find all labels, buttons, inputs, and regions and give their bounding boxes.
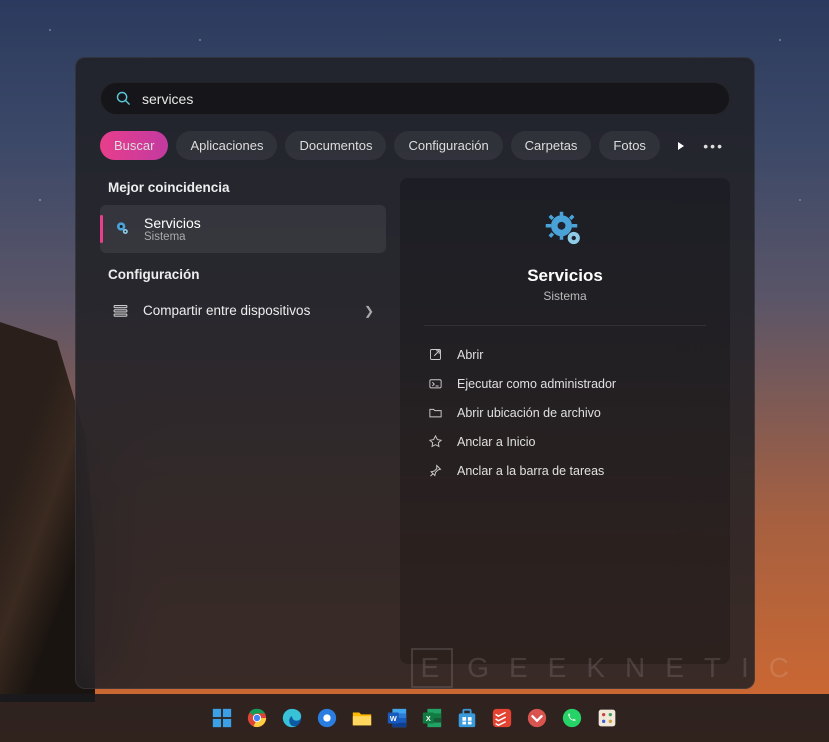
pin-taskbar-icon [428, 463, 443, 478]
config-item-label: Compartir entre dispositivos [143, 303, 310, 318]
tabs-next-icon[interactable] [672, 132, 689, 160]
match-title: Servicios [144, 215, 201, 231]
results-column: Mejor coincidencia Servicios Sistema Con… [100, 178, 386, 664]
share-devices-icon [112, 302, 129, 319]
taskbar: W X [0, 694, 829, 742]
taskbar-start-icon[interactable] [208, 704, 236, 732]
taskbar-word-icon[interactable]: W [383, 704, 411, 732]
detail-subtitle: Sistema [543, 289, 586, 303]
open-icon [428, 347, 443, 362]
action-pin-start-label: Anclar a Inicio [457, 435, 536, 449]
action-open-label: Abrir [457, 348, 483, 362]
action-open-location-label: Abrir ubicación de archivo [457, 406, 601, 420]
services-gear-icon [112, 219, 132, 239]
search-box[interactable] [100, 82, 730, 115]
taskbar-store-icon[interactable] [453, 704, 481, 732]
action-run-admin[interactable]: Ejecutar como administrador [424, 369, 706, 398]
search-filter-tabs: Buscar Aplicaciones Documentos Configura… [100, 131, 730, 160]
search-icon [115, 90, 132, 107]
tab-buscar[interactable]: Buscar [100, 131, 168, 160]
action-pin-taskbar[interactable]: Anclar a la barra de tareas [424, 456, 706, 485]
tab-fotos[interactable]: Fotos [599, 131, 660, 160]
taskbar-web-icon[interactable] [313, 704, 341, 732]
detail-title: Servicios [527, 266, 603, 286]
pin-icon [428, 434, 443, 449]
taskbar-excel-icon[interactable]: X [418, 704, 446, 732]
config-header: Configuración [108, 267, 386, 282]
action-pin-start[interactable]: Anclar a Inicio [424, 427, 706, 456]
tab-configuracion[interactable]: Configuración [394, 131, 502, 160]
action-open[interactable]: Abrir [424, 340, 706, 369]
taskbar-whatsapp-icon[interactable] [558, 704, 586, 732]
match-subtitle: Sistema [144, 231, 201, 243]
taskbar-edge-icon[interactable] [278, 704, 306, 732]
config-item-share[interactable]: Compartir entre dispositivos ❯ [100, 292, 386, 329]
tab-carpetas[interactable]: Carpetas [511, 131, 592, 160]
chevron-right-icon: ❯ [364, 304, 374, 318]
best-match-header: Mejor coincidencia [108, 180, 386, 195]
taskbar-explorer-icon[interactable] [348, 704, 376, 732]
detail-actions: Abrir Ejecutar como administrador Abrir … [424, 340, 706, 485]
best-match-item[interactable]: Servicios Sistema [100, 205, 386, 253]
action-run-admin-label: Ejecutar como administrador [457, 377, 616, 391]
services-large-gear-icon [544, 210, 586, 252]
folder-icon [428, 405, 443, 420]
search-input[interactable] [142, 91, 715, 107]
start-search-panel: Buscar Aplicaciones Documentos Configura… [75, 57, 755, 689]
tab-documentos[interactable]: Documentos [285, 131, 386, 160]
action-pin-taskbar-label: Anclar a la barra de tareas [457, 464, 604, 478]
taskbar-chrome-icon[interactable] [243, 704, 271, 732]
svg-text:W: W [390, 714, 397, 723]
more-options-icon[interactable]: ••• [697, 134, 730, 158]
taskbar-tweaks-icon[interactable] [593, 704, 621, 732]
detail-pane: Servicios Sistema Abrir Ejecutar como ad… [400, 178, 730, 664]
tab-aplicaciones[interactable]: Aplicaciones [176, 131, 277, 160]
svg-text:X: X [426, 714, 431, 723]
taskbar-pocket-icon[interactable] [523, 704, 551, 732]
action-open-location[interactable]: Abrir ubicación de archivo [424, 398, 706, 427]
admin-icon [428, 376, 443, 391]
taskbar-todoist-icon[interactable] [488, 704, 516, 732]
